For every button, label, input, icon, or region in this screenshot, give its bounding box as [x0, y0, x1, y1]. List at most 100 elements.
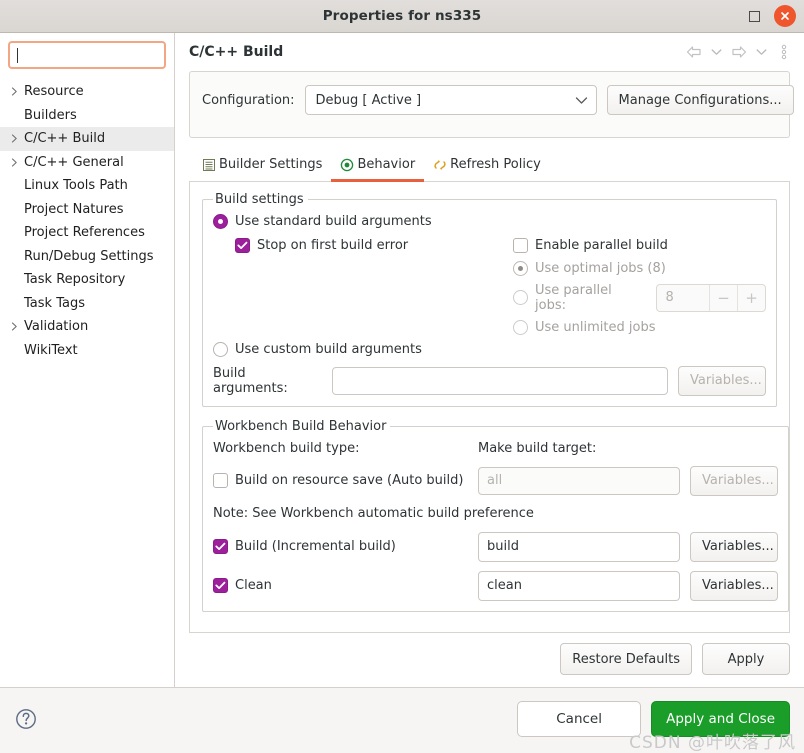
enable-parallel-build-checkbox[interactable] — [513, 237, 528, 253]
auto-build-target-input[interactable] — [478, 466, 680, 495]
tab-bar: Builder Settings Behavior Refresh Policy — [189, 148, 790, 182]
sidebar-item-project-references[interactable]: Project References — [0, 221, 174, 245]
sidebar-item-validation[interactable]: Validation — [0, 315, 174, 339]
build-arguments-variables-button[interactable]: Variables... — [678, 365, 766, 396]
workbench-build-behavior-group: Workbench Build Behavior Workbench build… — [202, 418, 789, 612]
incremental-build-target-input[interactable] — [478, 531, 680, 562]
help-icon[interactable] — [14, 707, 38, 731]
parallel-jobs-increment-button[interactable]: + — [737, 284, 765, 311]
sidebar-item-label: WikiText — [24, 342, 78, 358]
use-custom-build-arguments-radio[interactable] — [213, 341, 228, 357]
manage-configurations-button[interactable]: Manage Configurations... — [606, 85, 794, 115]
configuration-value: Debug [ Active ] — [315, 92, 422, 108]
parallel-jobs-decrement-button[interactable]: − — [709, 284, 737, 311]
chevron-right-icon[interactable] — [6, 134, 23, 143]
use-parallel-jobs-radio[interactable] — [513, 290, 528, 306]
restore-defaults-button[interactable]: Restore Defaults — [560, 643, 692, 675]
clean-variables-button[interactable]: Variables... — [690, 570, 778, 601]
apply-button[interactable]: Apply — [702, 643, 790, 675]
settings-tree: Resource Builders C/C++ Build C/C++ Gene… — [0, 79, 174, 687]
sidebar-item-label: Resource — [24, 84, 84, 100]
use-parallel-jobs-row: Use parallel jobs: 8 − + — [513, 283, 766, 313]
chevron-right-icon[interactable] — [6, 158, 23, 167]
sidebar-item-wikitext[interactable]: WikiText — [0, 339, 174, 363]
tab-behavior[interactable]: Behavior — [331, 151, 425, 182]
header-toolbar — [684, 41, 794, 63]
filter-input[interactable] — [8, 41, 166, 69]
behavior-tab-panel: Build settings Use standard build argume… — [189, 181, 790, 633]
sidebar-item-task-repository[interactable]: Task Repository — [0, 268, 174, 292]
sidebar-item-resource[interactable]: Resource — [0, 80, 174, 104]
forward-dropdown-chevron-icon[interactable] — [754, 41, 769, 63]
sidebar-item-label: Run/Debug Settings — [24, 248, 154, 264]
build-settings-legend: Build settings — [215, 191, 304, 207]
build-settings-group: Build settings Use standard build argume… — [202, 191, 777, 407]
close-icon[interactable] — [774, 5, 796, 27]
back-dropdown-chevron-icon[interactable] — [709, 41, 724, 63]
incremental-build-row: Build (Incremental build) Variables... — [213, 531, 778, 562]
tab-label: Builder Settings — [219, 157, 323, 173]
view-menu-icon[interactable] — [774, 41, 794, 63]
sidebar-item-label: C/C++ Build — [24, 131, 106, 147]
sidebar-item-project-natures[interactable]: Project Natures — [0, 198, 174, 222]
use-unlimited-jobs-label: Use unlimited jobs — [535, 319, 656, 335]
cancel-button[interactable]: Cancel — [517, 700, 642, 737]
use-optimal-jobs-row: Use optimal jobs (8) — [513, 260, 766, 276]
configuration-combo[interactable]: Debug [ Active ] — [304, 85, 597, 115]
stop-on-first-error-row: Stop on first build error — [235, 237, 513, 253]
sidebar-item-label: Task Repository — [24, 272, 126, 288]
tab-label: Refresh Policy — [450, 157, 541, 173]
properties-dialog: Properties for ns335 Resource Builders C… — [0, 0, 804, 753]
build-on-resource-save-checkbox[interactable] — [213, 473, 228, 489]
page-title: C/C++ Build — [189, 44, 284, 60]
clean-checkbox[interactable] — [213, 578, 228, 594]
use-standard-build-arguments-radio[interactable] — [213, 213, 228, 229]
chevron-right-icon[interactable] — [6, 87, 23, 96]
chevron-right-icon[interactable] — [6, 322, 23, 331]
clean-target-input[interactable] — [478, 570, 680, 601]
build-arguments-input[interactable] — [331, 366, 668, 395]
build-arguments-row: Build arguments: Variables... — [213, 365, 766, 396]
tab-builder-settings[interactable]: Builder Settings — [193, 151, 331, 182]
incremental-build-variables-button[interactable]: Variables... — [690, 531, 778, 562]
back-arrow-icon[interactable] — [684, 41, 704, 63]
refresh-policy-icon — [433, 158, 447, 172]
auto-build-row: Build on resource save (Auto build) Vari… — [213, 465, 778, 496]
use-optimal-jobs-radio[interactable] — [513, 260, 528, 276]
parallel-jobs-stepper[interactable]: 8 − + — [656, 283, 766, 312]
sidebar-item-label: Project References — [24, 225, 145, 241]
build-arguments-label: Build arguments: — [213, 365, 288, 396]
clean-row: Clean Variables... — [213, 570, 778, 601]
window-controls — [749, 0, 796, 32]
chevron-down-icon — [575, 96, 588, 105]
dialog-bottom-bar: Cancel Apply and Close CSDN @叶吹落了风 — [0, 687, 804, 753]
title-bar: Properties for ns335 — [0, 0, 804, 33]
apply-and-close-button[interactable]: Apply and Close — [651, 700, 790, 737]
sidebar-item-builders[interactable]: Builders — [0, 104, 174, 128]
dialog-actions: Cancel Apply and Close — [517, 700, 790, 737]
dialog-body: Resource Builders C/C++ Build C/C++ Gene… — [0, 33, 804, 687]
auto-build-check-cell: Build on resource save (Auto build) — [213, 473, 478, 489]
workbench-build-behavior-legend: Workbench Build Behavior — [215, 418, 387, 434]
use-unlimited-jobs-radio[interactable] — [513, 319, 528, 335]
sidebar-item-cpp-build[interactable]: C/C++ Build — [0, 127, 174, 151]
content-inner: Configuration: Debug [ Active ] Manage C… — [175, 71, 804, 687]
builder-settings-icon — [202, 158, 216, 172]
sidebar-item-task-tags[interactable]: Task Tags — [0, 292, 174, 316]
text-caret — [17, 47, 18, 63]
stop-on-first-build-error-label: Stop on first build error — [257, 237, 409, 253]
use-optimal-jobs-label: Use optimal jobs (8) — [535, 260, 666, 276]
sidebar-item-linux-tools-path[interactable]: Linux Tools Path — [0, 174, 174, 198]
build-on-resource-save-label: Build on resource save (Auto build) — [235, 473, 464, 489]
build-incremental-checkbox[interactable] — [213, 539, 228, 555]
tab-refresh-policy[interactable]: Refresh Policy — [424, 151, 550, 182]
sidebar-item-cpp-general[interactable]: C/C++ General — [0, 151, 174, 175]
tab-label: Behavior — [357, 157, 416, 173]
maximize-icon[interactable] — [749, 10, 760, 22]
filter-container — [0, 41, 174, 79]
stop-on-first-build-error-checkbox[interactable] — [235, 237, 250, 253]
forward-arrow-icon[interactable] — [729, 41, 749, 63]
page-action-buttons: Restore Defaults Apply — [189, 633, 790, 687]
auto-build-variables-button[interactable]: Variables... — [690, 465, 778, 496]
sidebar-item-run-debug-settings[interactable]: Run/Debug Settings — [0, 245, 174, 269]
